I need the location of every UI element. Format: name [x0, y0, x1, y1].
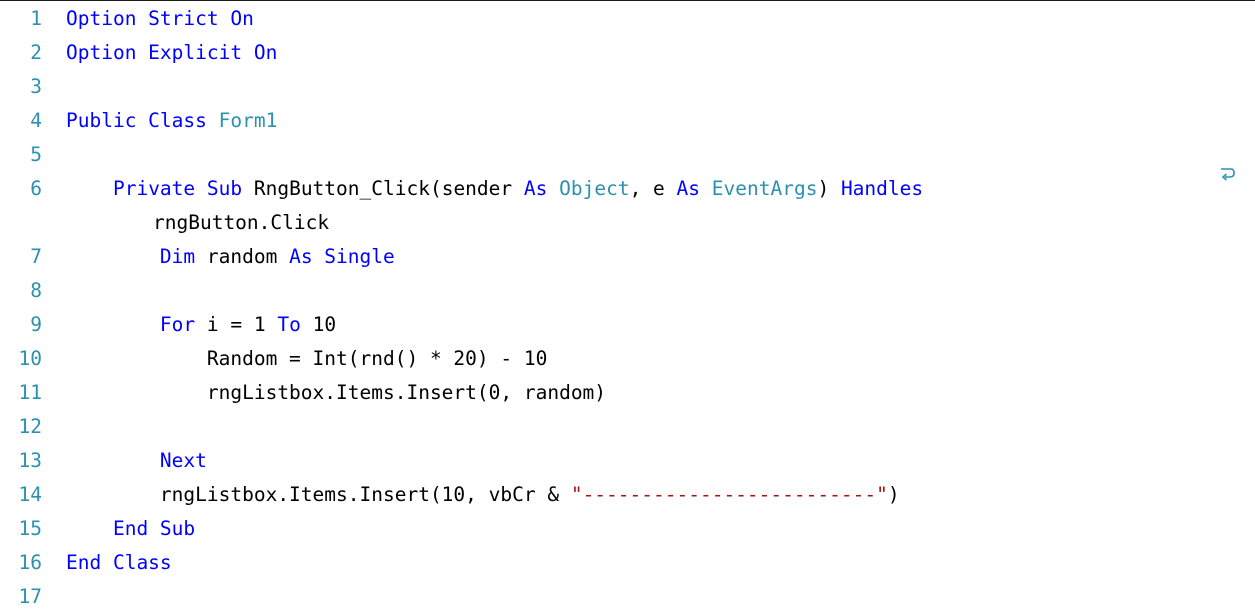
type-token: Form1 [218, 109, 278, 132]
keyword-token: Handles [840, 177, 924, 200]
line-number: 2 [30, 41, 42, 64]
code-text: Option Strict On [66, 2, 254, 36]
keyword-token: To [277, 313, 313, 336]
code-text: Dim random As Single [66, 240, 395, 274]
code-token: ) [887, 483, 900, 506]
keyword-token: End Sub [112, 517, 196, 540]
line-number: 3 [30, 75, 42, 98]
line-number: 5 [30, 143, 42, 166]
type-token: Object [559, 177, 630, 200]
line-number: 10 [18, 347, 42, 370]
line-number: 12 [18, 415, 42, 438]
code-token: rngListbox.Items.Insert(10, vbCr & [66, 483, 571, 506]
keyword-token: Next [159, 449, 207, 472]
keyword-token: As Single [289, 245, 395, 268]
keyword-token: For [159, 313, 207, 336]
line-number: 1 [30, 7, 42, 30]
code-token: Random = Int(rnd() * 20) - 10 [66, 347, 548, 370]
keyword-token: Dim [159, 245, 207, 268]
code-text: For i = 1 To 10 [66, 308, 336, 342]
code-text: End Sub [66, 512, 195, 546]
code-token: rngButton.Click [153, 211, 330, 234]
line-number: 16 [18, 551, 42, 574]
code-token: 10 [312, 313, 337, 336]
keyword-token: Private Sub [112, 177, 254, 200]
code-text: Public Class Form1 [66, 104, 277, 138]
code-token: rngListbox.Items.Insert(0, random) [66, 381, 607, 404]
code-token: i = 1 [206, 313, 278, 336]
line-number: 4 [30, 109, 42, 132]
code-text: rngButton.Click [153, 206, 329, 240]
line-number: 17 [18, 585, 42, 608]
code-text: rngListbox.Items.Insert(10, vbCr & "----… [66, 478, 900, 512]
keyword-token: As [523, 177, 560, 200]
keyword-token: Option Explicit On [66, 41, 278, 64]
string-token: "-------------------------" [570, 483, 888, 506]
code-token: RngButton_Click(sender [253, 177, 524, 200]
code-text: Private Sub RngButton_Click(sender As Ob… [66, 172, 923, 206]
line-number: 8 [30, 279, 42, 302]
line-number: 15 [18, 517, 42, 540]
code-text: Next [66, 444, 207, 478]
line-number: 13 [18, 449, 42, 472]
code-text: End Class [66, 546, 172, 580]
line-number: 7 [30, 245, 42, 268]
code-token: ) [817, 177, 841, 200]
line-number: 11 [18, 381, 42, 404]
line-number: 9 [30, 313, 42, 336]
code-token: , e [629, 177, 677, 200]
keyword-token: Public Class [66, 109, 219, 132]
keyword-token: Option Strict On [66, 7, 254, 30]
line-number: 14 [18, 483, 42, 506]
type-token: EventArgs [711, 177, 818, 200]
code-token: random [206, 245, 290, 268]
keyword-token: End Class [66, 551, 172, 574]
word-wrap-arrow-icon [1221, 168, 1235, 181]
code-text: Option Explicit On [66, 36, 277, 70]
line-number: 6 [30, 177, 42, 200]
keyword-token: As [676, 177, 712, 200]
code-text: rngListbox.Items.Insert(0, random) [66, 376, 606, 410]
code-text: Random = Int(rnd() * 20) - 10 [66, 342, 547, 376]
top-border [0, 0, 1255, 1]
